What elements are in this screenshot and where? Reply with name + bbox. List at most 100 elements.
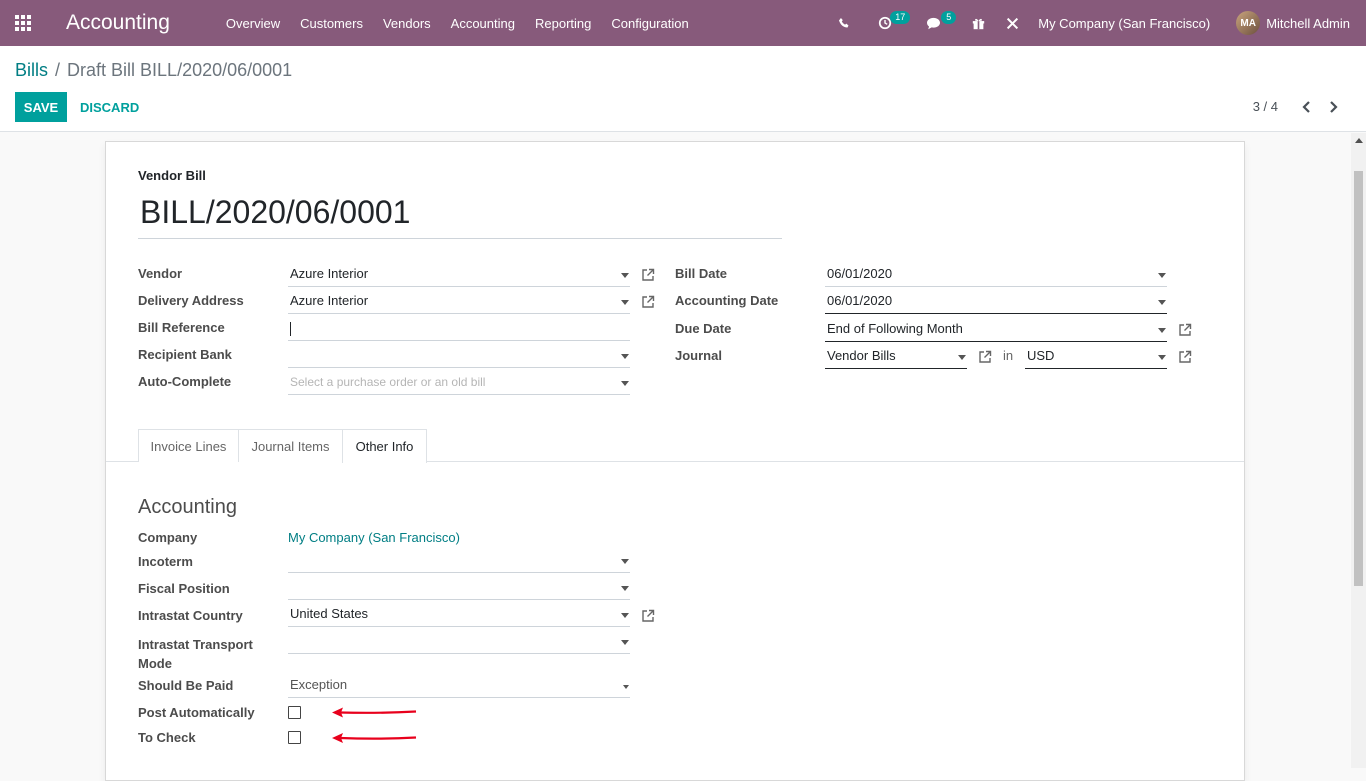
page-scrollbar[interactable] [1351, 133, 1366, 768]
external-link-icon[interactable] [641, 268, 655, 282]
bill-date-field[interactable]: 06/01/2020 [825, 266, 1167, 287]
dropdown-caret-icon[interactable] [1158, 355, 1166, 360]
bill-date-label: Bill Date [675, 266, 728, 281]
dropdown-caret-icon[interactable] [1158, 273, 1166, 278]
intrastat-country-label: Intrastat Country [138, 608, 243, 623]
dropdown-caret-icon[interactable] [958, 355, 966, 360]
scroll-up-icon[interactable] [1355, 138, 1363, 143]
intrastat-transport-label-line1: Intrastat Transport [138, 637, 253, 652]
menu-configuration[interactable]: Configuration [601, 16, 698, 31]
fiscal-position-field[interactable] [288, 579, 630, 600]
menu-overview[interactable]: Overview [216, 16, 290, 31]
intrastat-transport-mode-field[interactable] [288, 633, 630, 654]
dropdown-caret-icon[interactable] [621, 586, 629, 591]
phone-icon[interactable] [828, 0, 868, 46]
debug-tools-icon[interactable] [996, 0, 1030, 46]
journal-label: Journal [675, 348, 722, 363]
external-link-icon[interactable] [1178, 350, 1192, 364]
menu-reporting[interactable]: Reporting [525, 16, 601, 31]
tab-journal-items[interactable]: Journal Items [238, 429, 343, 462]
intrastat-country-field[interactable]: United States [288, 606, 630, 627]
tab-invoice-lines[interactable]: Invoice Lines [138, 429, 239, 462]
app-name[interactable]: Accounting [66, 11, 170, 35]
dropdown-caret-icon[interactable] [621, 273, 629, 278]
gift-icon[interactable] [962, 0, 996, 46]
pager-previous-icon[interactable] [1299, 97, 1313, 117]
journal-field[interactable]: Vendor Bills [825, 348, 967, 369]
external-link-icon[interactable] [641, 609, 655, 623]
dropdown-caret-icon[interactable] [1158, 328, 1166, 333]
accounting-date-value: 06/01/2020 [827, 293, 893, 308]
should-be-paid-select[interactable]: Exception [288, 677, 630, 698]
user-menu[interactable]: MA Mitchell Admin [1224, 0, 1366, 46]
annotation-arrow-icon [332, 733, 417, 743]
form-sheet: Vendor Bill BILL/2020/06/0001 Vendor Azu… [105, 141, 1245, 781]
recipient-bank-field[interactable] [288, 347, 630, 368]
scroll-thumb[interactable] [1354, 171, 1363, 586]
vendor-label: Vendor [138, 266, 183, 281]
save-button[interactable]: SAVE [15, 92, 67, 122]
message-count-badge: 5 [941, 11, 957, 24]
top-navbar: Accounting Overview Customers Vendors Ac… [0, 0, 1366, 46]
dropdown-caret-icon[interactable] [621, 613, 629, 618]
company-switcher[interactable]: My Company (San Francisco) [1030, 0, 1224, 46]
accounting-date-field[interactable]: 06/01/2020 [825, 293, 1167, 314]
delivery-address-label: Delivery Address [138, 293, 244, 308]
vendor-value: Azure Interior [290, 266, 369, 281]
should-be-paid-label: Should Be Paid [138, 678, 234, 693]
due-date-value: End of Following Month [827, 321, 963, 336]
auto-complete-field[interactable]: Select a purchase order or an old bill [288, 374, 630, 395]
activity-clock-icon[interactable]: 17 [868, 0, 916, 46]
external-link-icon[interactable] [1178, 323, 1192, 337]
breadcrumb-current: Draft Bill BILL/2020/06/0001 [67, 60, 293, 80]
menu-customers[interactable]: Customers [290, 16, 373, 31]
intrastat-transport-mode-label: Intrastat Transport Mode [138, 635, 253, 673]
delivery-address-field[interactable]: Azure Interior [288, 293, 630, 314]
menu-accounting[interactable]: Accounting [441, 16, 525, 31]
vendor-field[interactable]: Azure Interior [288, 266, 630, 287]
menu-vendors[interactable]: Vendors [373, 16, 441, 31]
breadcrumb: Bills / Draft Bill BILL/2020/06/0001 [15, 60, 292, 81]
dropdown-caret-icon[interactable] [621, 381, 629, 386]
dropdown-caret-icon[interactable] [621, 559, 629, 564]
journal-value: Vendor Bills [827, 348, 896, 363]
company-link[interactable]: My Company (San Francisco) [288, 530, 460, 545]
dropdown-caret-icon[interactable] [1158, 300, 1166, 305]
pager-value[interactable]: 3 / 4 [1253, 99, 1278, 114]
bill-reference-input[interactable] [288, 320, 630, 341]
form-view: Vendor Bill BILL/2020/06/0001 Vendor Azu… [0, 133, 1351, 781]
external-link-icon[interactable] [641, 295, 655, 309]
user-name: Mitchell Admin [1266, 15, 1350, 31]
text-cursor [290, 322, 291, 336]
breadcrumb-bills-link[interactable]: Bills [15, 60, 48, 81]
systray: 17 5 My Company (San Francisco) MA Mitch… [828, 0, 1366, 46]
dropdown-caret-icon[interactable] [621, 300, 629, 305]
messages-icon[interactable]: 5 [916, 0, 962, 46]
document-type-label: Vendor Bill [138, 168, 206, 183]
breadcrumb-separator: / [55, 60, 61, 80]
fiscal-position-label: Fiscal Position [138, 581, 230, 596]
apps-menu-icon[interactable] [0, 0, 46, 46]
incoterm-label: Incoterm [138, 554, 193, 569]
due-date-field[interactable]: End of Following Month [825, 321, 1167, 342]
post-automatically-checkbox[interactable] [288, 706, 301, 719]
activity-count-badge: 17 [890, 11, 911, 24]
discard-button[interactable]: DISCARD [80, 92, 139, 122]
incoterm-field[interactable] [288, 552, 630, 573]
due-date-label: Due Date [675, 321, 732, 336]
bill-name-field[interactable]: BILL/2020/06/0001 [138, 194, 782, 239]
avatar: MA [1236, 11, 1261, 35]
dropdown-caret-icon[interactable] [623, 685, 629, 689]
intrastat-transport-label-line2: Mode [138, 656, 172, 671]
external-link-icon[interactable] [978, 350, 992, 364]
pager-next-icon[interactable] [1327, 97, 1341, 117]
control-panel: Bills / Draft Bill BILL/2020/06/0001 SAV… [0, 46, 1366, 132]
delivery-address-value: Azure Interior [290, 293, 369, 308]
tab-other-info[interactable]: Other Info [342, 429, 427, 463]
to-check-checkbox[interactable] [288, 731, 301, 744]
should-be-paid-value: Exception [290, 677, 348, 692]
dropdown-caret-icon[interactable] [621, 354, 629, 359]
currency-field[interactable]: USD [1025, 348, 1167, 369]
currency-value: USD [1027, 348, 1055, 363]
dropdown-caret-icon[interactable] [621, 640, 629, 645]
